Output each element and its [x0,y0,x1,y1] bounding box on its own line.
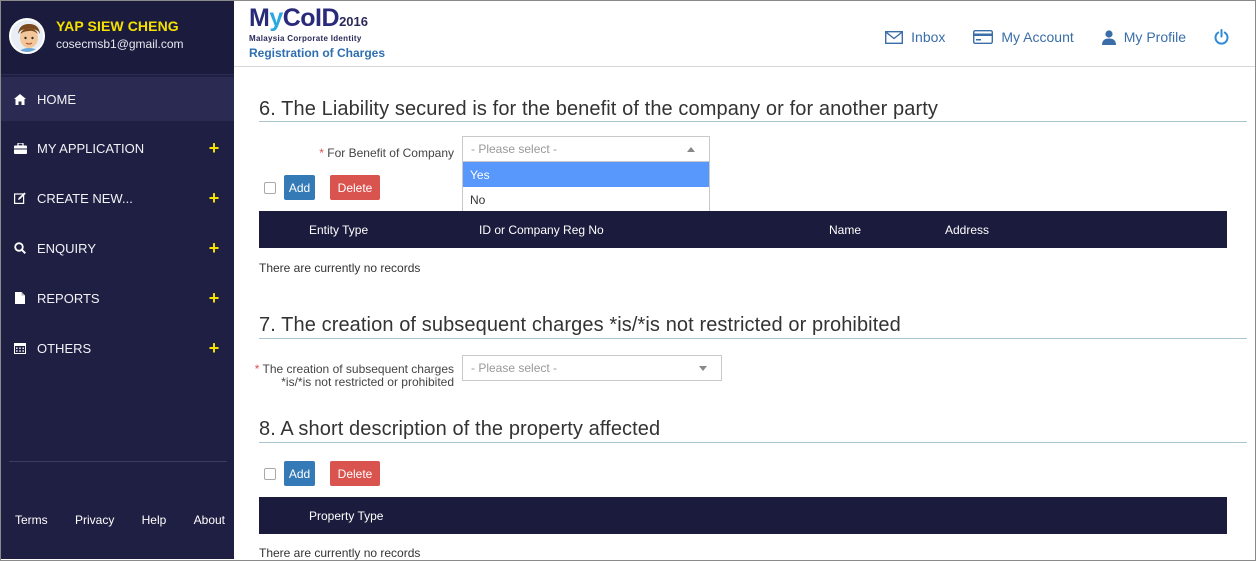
home-icon [13,92,27,106]
benefit-select-value: - Please select - [471,142,558,156]
benefit-of-company-select[interactable]: - Please select - [462,136,710,162]
plus-icon[interactable]: + [204,189,224,207]
plus-icon[interactable]: + [204,289,224,307]
caret-down-icon [699,366,707,371]
sidebar-divider [9,461,227,462]
logo-subtitle: Malaysia Corporate Identity [249,34,362,43]
add-property-button[interactable]: Add [284,461,315,486]
section-6-divider [259,121,1247,122]
help-link[interactable]: Help [142,513,167,527]
nav-others-label: OTHERS [37,340,92,356]
section-6-title: 6. The Liability secured is for the bene… [259,98,939,120]
user-box: YAP SIEW CHENG cosecmsb1@gmail.com [1,1,234,75]
inbox-label: Inbox [911,29,946,45]
nav-reports[interactable]: REPORTS + [1,278,234,318]
col-name: Name [829,223,862,237]
sidebar: YAP SIEW CHENG cosecmsb1@gmail.com HOME … [1,1,234,559]
main-content: 6. The Liability secured is for the bene… [234,68,1255,560]
module-title: Registration of Charges [249,46,386,60]
about-link[interactable]: About [194,513,225,527]
property-empty-message: There are currently no records [259,546,421,560]
nav-enquiry-label: ENQUIRY [37,240,96,256]
nav-enquiry[interactable]: ENQUIRY + [1,228,234,268]
nav-reports-label: REPORTS [37,290,100,306]
edit-icon [13,191,27,205]
party-table-header: Entity Type ID or Company Reg No Name Ad… [259,211,1227,248]
subsequent-select-value: - Please select - [471,361,558,375]
privacy-link[interactable]: Privacy [75,513,114,527]
nav-my-application[interactable]: MY APPLICATION + [1,128,234,168]
header: MyCoID2016 Malaysia Corporate Identity R… [234,1,1255,67]
envelope-icon [885,30,904,44]
section-7-divider [259,338,1247,339]
option-yes[interactable]: Yes [463,162,709,187]
calendar-icon [13,341,27,355]
add-party-button[interactable]: Add [284,175,315,200]
option-no[interactable]: No [463,187,709,212]
plus-icon[interactable]: + [204,239,224,257]
delete-property-button[interactable]: Delete [330,461,380,486]
col-address: Address [945,223,990,237]
nav-home[interactable]: HOME [1,77,234,121]
delete-party-button[interactable]: Delete [330,175,380,200]
terms-link[interactable]: Terms [15,513,48,527]
logo-wordmark: MyCoID2016 [249,4,368,32]
user-name: YAP SIEW CHENG [56,18,179,34]
footer-links: Terms Privacy Help About [15,513,225,527]
benefit-dropdown-list: Yes No [462,162,710,213]
col-id-reg-no: ID or Company Reg No [479,223,604,237]
my-account-link[interactable]: My Account [973,29,1074,45]
nav-create-new-label: CREATE NEW... [37,190,133,206]
subsequent-charges-select[interactable]: - Please select - [462,355,722,381]
briefcase-icon [13,141,27,155]
credit-card-icon [973,30,994,44]
my-account-label: My Account [1001,29,1074,45]
property-table-header: Property Type [259,497,1227,534]
my-profile-link[interactable]: My Profile [1101,29,1186,45]
top-links: Inbox My Account My Profile [857,29,1237,45]
col-entity-type: Entity Type [309,223,369,237]
my-profile-label: My Profile [1123,29,1186,45]
section-7-title: 7. The creation of subsequent charges *i… [259,314,901,336]
plus-icon[interactable]: + [204,139,224,157]
nav-my-application-label: MY APPLICATION [37,140,145,156]
party-empty-message: There are currently no records [259,261,421,275]
section-8-divider [259,442,1247,443]
file-icon [13,291,27,305]
nav-others[interactable]: OTHERS + [1,328,234,368]
avatar[interactable] [9,18,45,54]
benefit-of-company-label: * For Benefit of Company [319,146,454,160]
nav-create-new[interactable]: CREATE NEW... + [1,178,234,218]
power-icon [1214,29,1229,45]
caret-up-icon [687,147,695,152]
nav-home-label: HOME [37,91,76,107]
search-icon [13,241,27,255]
section-8-title: 8. A short description of the property a… [259,418,661,440]
inbox-link[interactable]: Inbox [885,29,945,45]
user-icon [1101,29,1116,45]
logo[interactable]: MyCoID2016 Malaysia Corporate Identity R… [249,4,386,61]
user-email: cosecmsb1@gmail.com [56,37,184,51]
logout-button[interactable] [1214,29,1237,45]
select-all-checkbox[interactable] [264,182,276,194]
subsequent-charges-label: * The creation of subsequent charges *is… [254,362,454,389]
plus-icon[interactable]: + [204,339,224,357]
select-all-property-checkbox[interactable] [264,468,276,480]
col-property-type: Property Type [309,509,384,523]
